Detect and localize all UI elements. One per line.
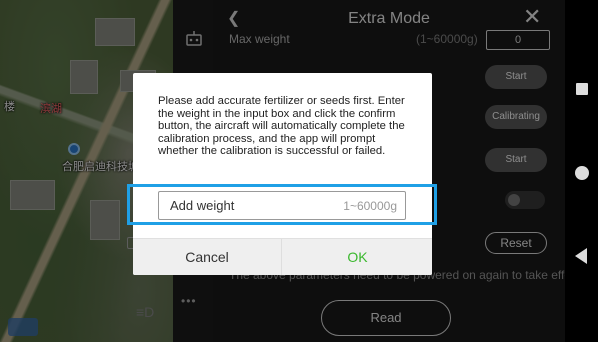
square-icon[interactable] — [576, 83, 588, 95]
cancel-button[interactable]: Cancel — [133, 239, 282, 275]
triangle-back-icon[interactable] — [575, 248, 587, 264]
calibration-dialog: Please add accurate fertilizer or seeds … — [133, 73, 432, 275]
input-highlight-box — [127, 184, 437, 225]
dialog-footer: Cancel OK — [133, 238, 432, 275]
circle-icon[interactable] — [575, 166, 589, 180]
dialog-message: Please add accurate fertilizer or seeds … — [158, 95, 405, 157]
ok-button[interactable]: OK — [283, 239, 432, 275]
